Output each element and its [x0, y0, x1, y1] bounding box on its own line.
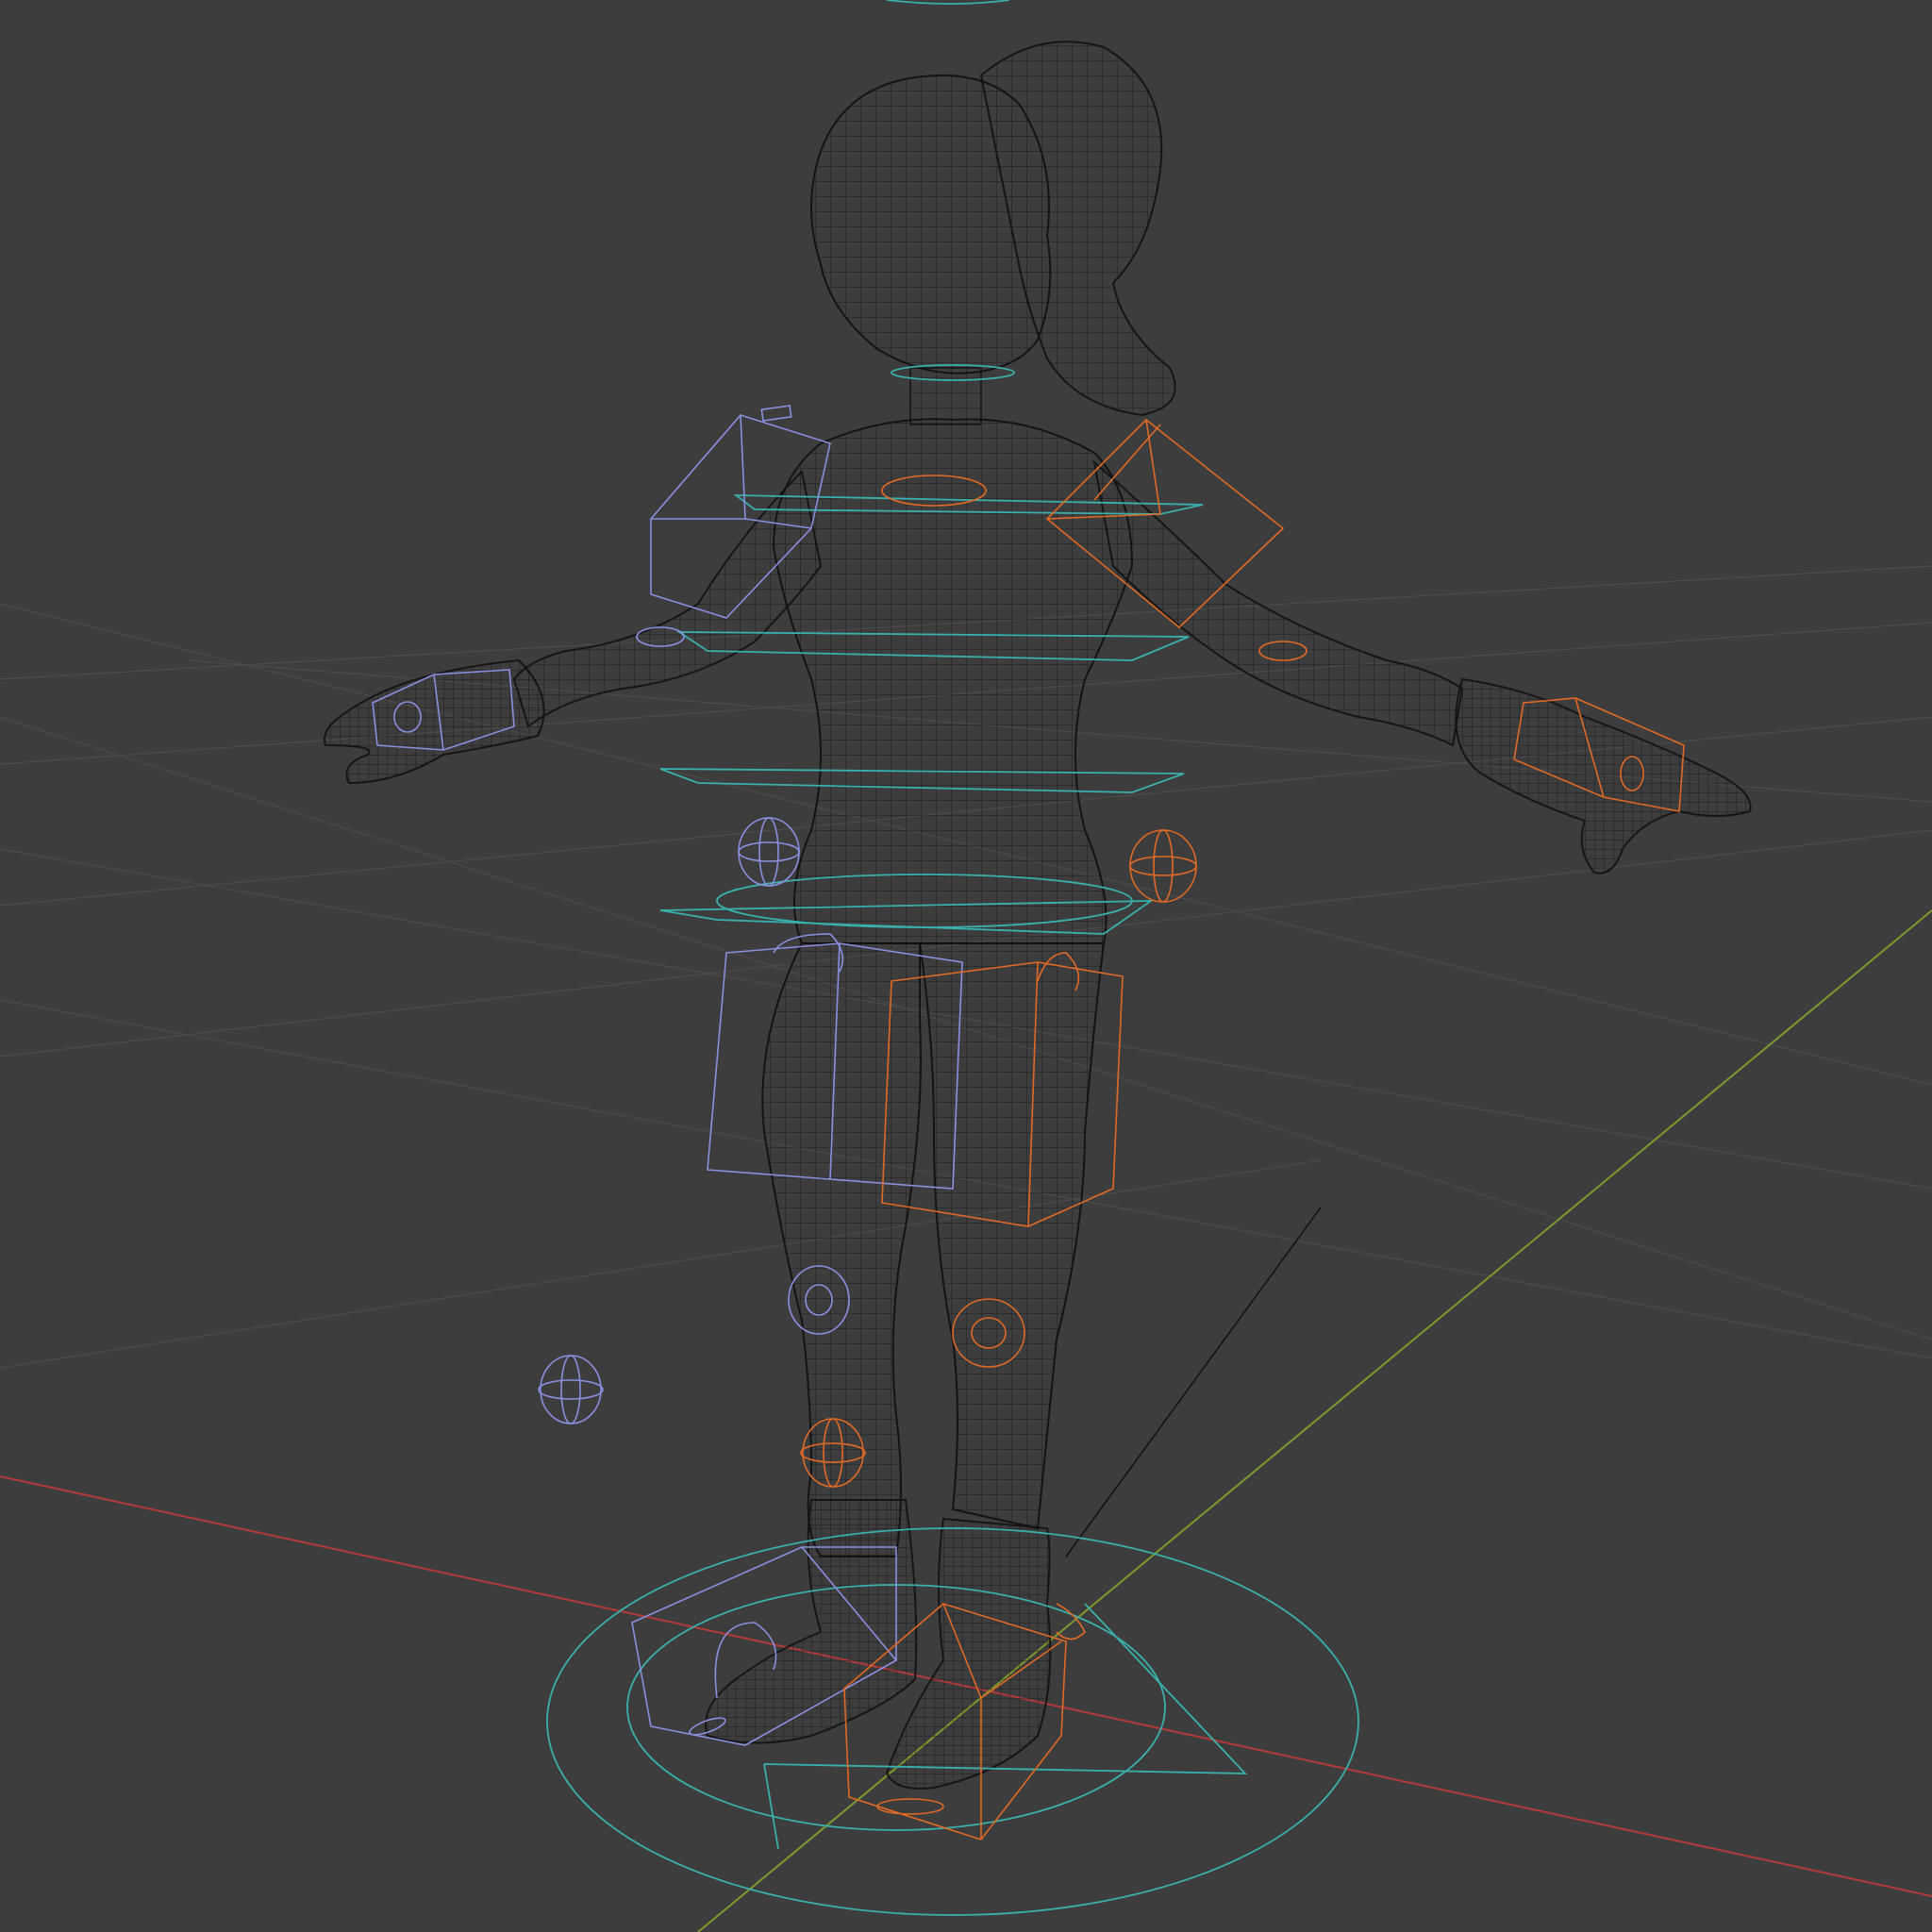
neck	[909, 367, 982, 425]
3d-viewport[interactable]	[0, 0, 1932, 1932]
